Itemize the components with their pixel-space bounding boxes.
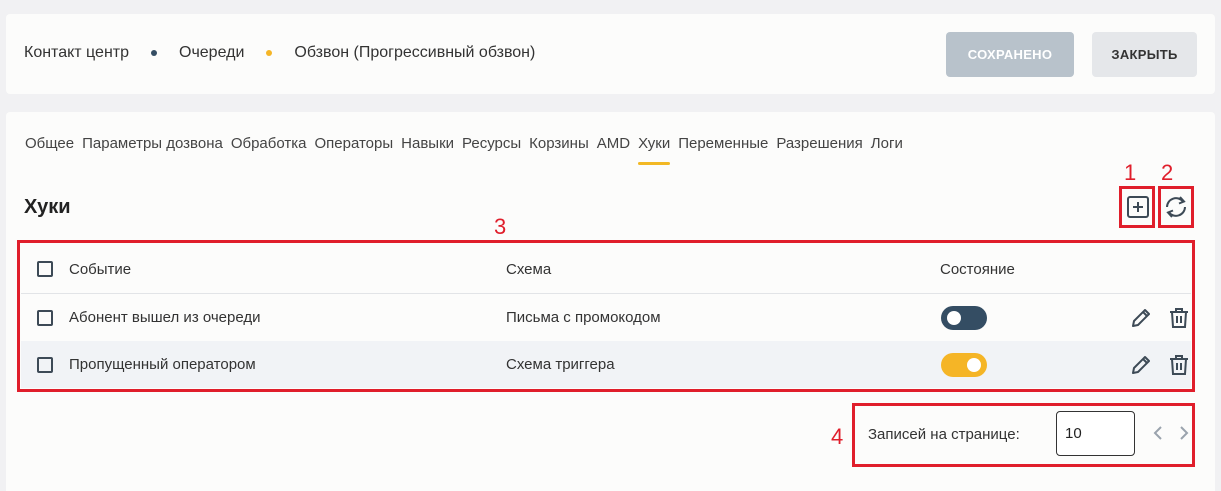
toggle-knob (967, 357, 981, 372)
annotation-label-4: 4 (831, 424, 844, 449)
breadcrumb-item-current: Обзвон (Прогрессивный обзвон) (294, 44, 536, 61)
tab-operators[interactable]: Операторы (314, 135, 393, 152)
table-header: Событие Схема Состояние (21, 245, 1191, 294)
saved-button[interactable]: СОХРАНЕНО (946, 32, 1074, 77)
trash-icon (1170, 355, 1188, 375)
tab-amd[interactable]: AMD (597, 135, 630, 152)
breadcrumb: Контакт центр Очереди Обзвон (Прогрессив… (24, 44, 535, 62)
column-header-scheme[interactable]: Схема (506, 261, 551, 278)
row-checkbox[interactable] (37, 356, 53, 373)
pencil-icon (1132, 356, 1150, 374)
next-page-button[interactable] (1176, 423, 1192, 448)
breadcrumb-separator (266, 50, 273, 56)
edit-button[interactable] (1128, 352, 1154, 382)
table-row[interactable]: Абонент вышел из очереди Письма с промок… (21, 294, 1191, 341)
hooks-table: Событие Схема Состояние Абонент вышел из… (21, 245, 1191, 388)
tab-dial-params[interactable]: Параметры дозвона (82, 135, 223, 152)
edit-button[interactable] (1128, 305, 1154, 335)
header-card: Контакт центр Очереди Обзвон (Прогрессив… (6, 14, 1215, 94)
tab-general[interactable]: Общее (25, 135, 74, 152)
refresh-button[interactable] (1162, 193, 1190, 221)
tab-skills[interactable]: Навыки (401, 135, 454, 152)
row-event: Пропущенный оператором (69, 356, 256, 373)
pencil-icon (1132, 309, 1150, 327)
tab-hooks[interactable]: Хуки (638, 135, 671, 165)
state-toggle[interactable] (941, 305, 987, 330)
tab-baskets[interactable]: Корзины (529, 135, 589, 152)
rows-per-page-label: Записей на странице: (868, 426, 1020, 443)
row-scheme: Схема триггера (506, 356, 615, 373)
delete-button[interactable] (1166, 352, 1192, 382)
tab-permissions[interactable]: Разрешения (776, 135, 862, 152)
row-event: Абонент вышел из очереди (69, 309, 261, 326)
trash-icon (1170, 308, 1188, 328)
delete-button[interactable] (1166, 305, 1192, 335)
column-header-event[interactable]: Событие (69, 261, 131, 278)
annotation-label-2: 2 (1161, 160, 1174, 185)
row-checkbox[interactable] (37, 309, 53, 326)
tab-bar: Общее Параметры дозвона Обработка Операт… (25, 135, 911, 165)
tab-logs[interactable]: Логи (871, 135, 903, 152)
chevron-right-icon (1180, 426, 1189, 440)
annotation-label-3: 3 (494, 214, 507, 239)
toggle-knob (947, 310, 961, 325)
annotation-label-1: 1 (1124, 160, 1137, 185)
breadcrumb-item-queues[interactable]: Очереди (179, 44, 244, 62)
chevron-left-icon (1153, 426, 1162, 440)
row-scheme: Письма с промокодом (506, 309, 661, 326)
select-all-checkbox[interactable] (37, 261, 53, 277)
main-card: Общее Параметры дозвона Обработка Операт… (6, 112, 1215, 491)
add-hook-button[interactable] (1125, 194, 1151, 220)
section-title: Хуки (24, 196, 71, 218)
plus-square-icon (1127, 196, 1149, 218)
breadcrumb-separator (151, 50, 157, 56)
column-header-state[interactable]: Состояние (940, 261, 1015, 278)
breadcrumb-item-contact-center[interactable]: Контакт центр (24, 44, 129, 62)
close-button[interactable]: ЗАКРЫТЬ (1092, 32, 1197, 77)
tab-variables[interactable]: Переменные (678, 135, 768, 152)
prev-page-button[interactable] (1150, 423, 1166, 448)
tab-processing[interactable]: Обработка (231, 135, 307, 152)
rows-per-page-input[interactable] (1056, 411, 1135, 456)
refresh-icon (1166, 196, 1186, 218)
table-row[interactable]: Пропущенный оператором Схема триггера (21, 341, 1191, 388)
state-toggle[interactable] (941, 352, 987, 377)
tab-resources[interactable]: Ресурсы (462, 135, 521, 152)
